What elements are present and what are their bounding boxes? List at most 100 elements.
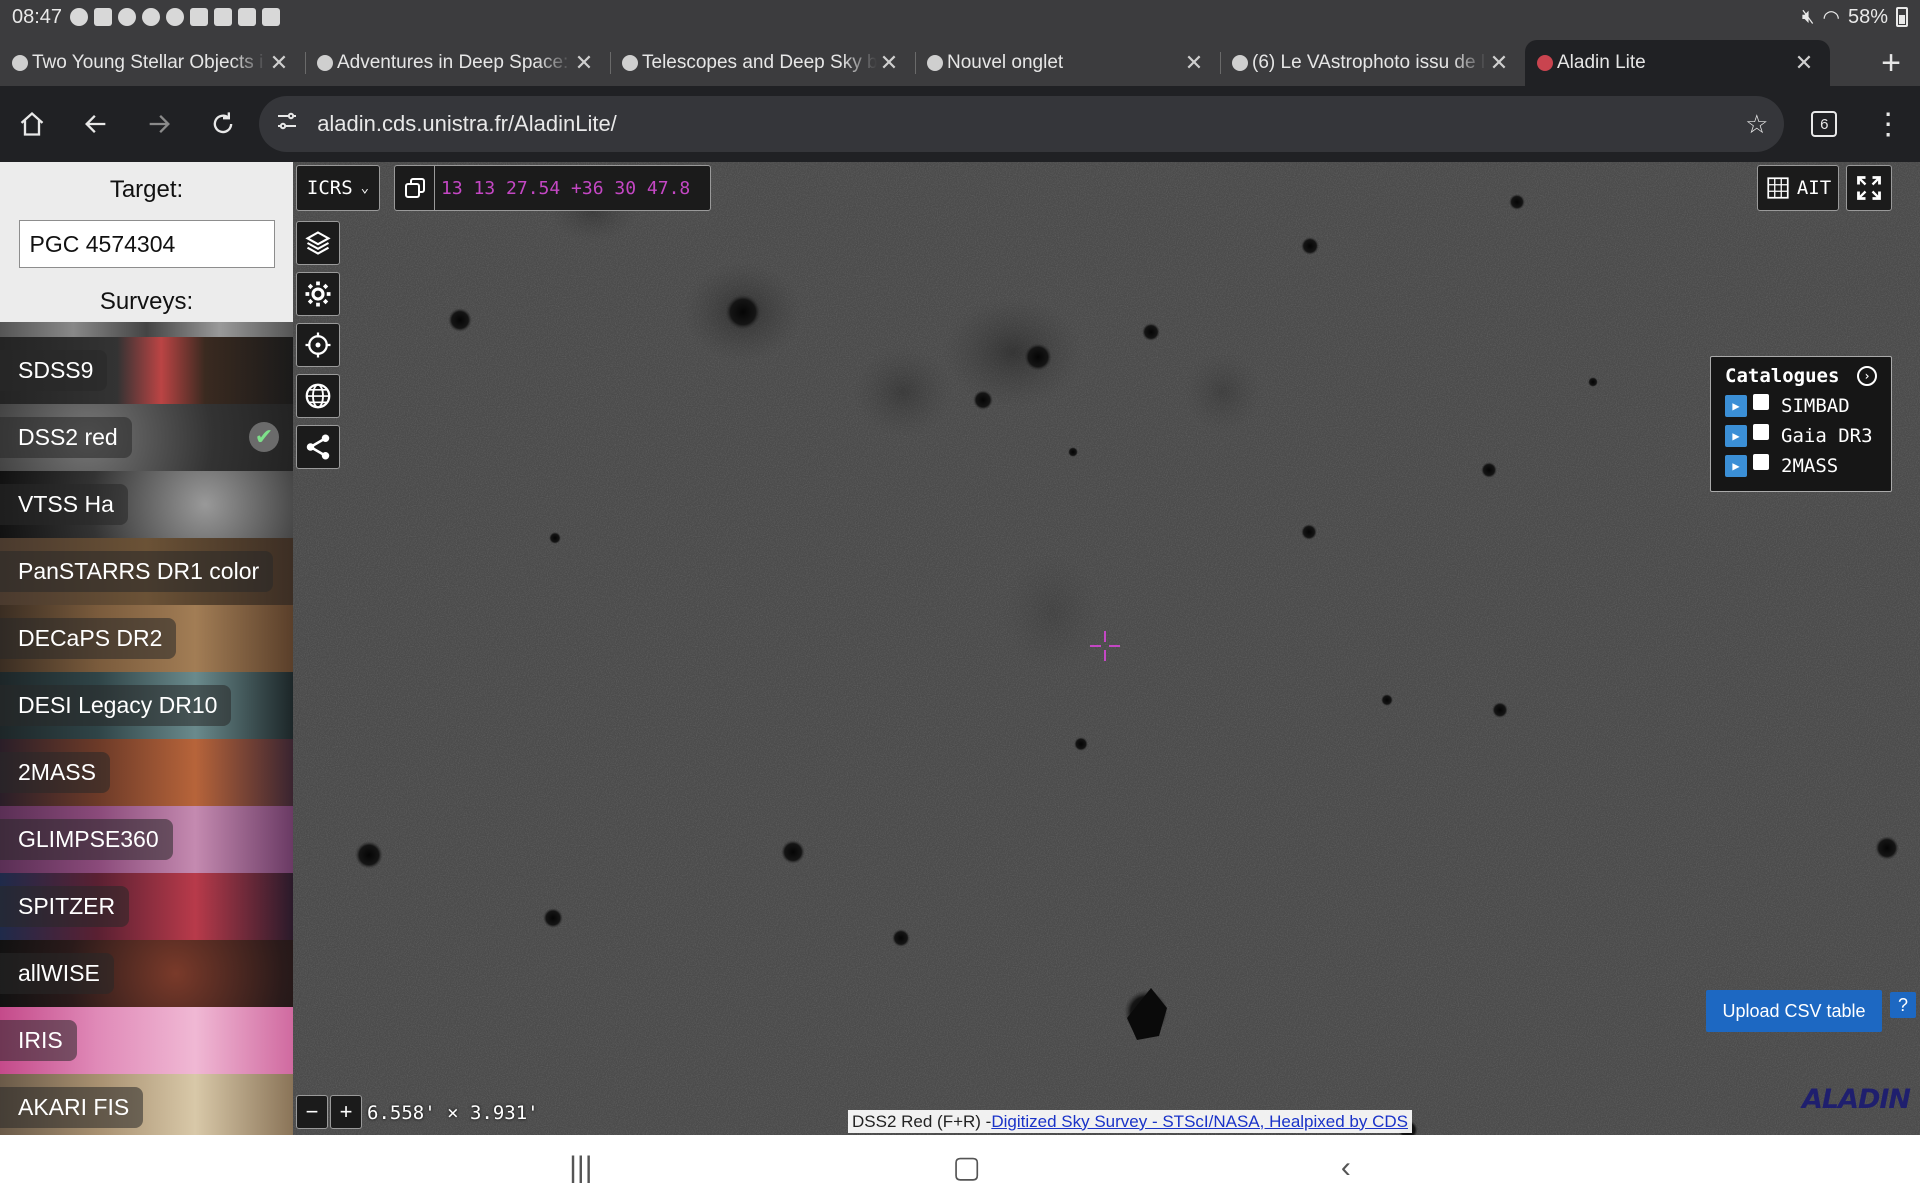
wifi-icon: ◠ [1822,6,1840,29]
sky-image[interactable] [293,162,1920,1135]
chrome-favicon-icon [927,55,943,71]
tab-telescopes-and-deep-sky[interactable]: Telescopes and Deep Sky b ✕ [610,40,915,86]
attribution-text: DSS2 Red (F+R) - [852,1111,992,1131]
site-settings-icon[interactable] [275,109,299,139]
play-icon[interactable]: ▶ [1725,455,1747,477]
screen: 08:47 🔇︎ ◠ 58% Two Young Stellar Objects… [0,0,1920,1200]
back-icon[interactable] [64,92,128,156]
help-button[interactable]: ? [1890,992,1916,1018]
app-icon [190,8,209,26]
zoom-in-button[interactable]: + [330,1095,362,1129]
tab-count: 6 [1811,111,1838,137]
tab-aladin-lite[interactable]: Aladin Lite ✕ [1525,40,1830,86]
close-tab-icon[interactable]: ✕ [877,50,901,76]
projection-value: AIT [1796,177,1832,199]
survey-item-vtss-ha[interactable]: VTSS Ha [0,471,293,538]
url-text[interactable]: aladin.cds.unistra.fr/AladinLite/ [317,111,1745,137]
catalogue-checkbox[interactable] [1753,394,1769,410]
tab-nouvel-onglet[interactable]: Nouvel onglet ✕ [915,40,1220,86]
projection-select[interactable]: AIT [1757,165,1839,211]
chevron-down-icon: ⌄ [360,180,370,196]
play-icon[interactable]: ▶ [1725,425,1747,447]
goto-button[interactable] [296,323,340,367]
frame-value: ICRS [306,177,353,199]
address-bar[interactable]: aladin.cds.unistra.fr/AladinLite/ ☆ [259,96,1785,152]
catalogues-header: Catalogues › [1725,365,1877,387]
survey-item-allwise[interactable]: allWISE [0,940,293,1007]
catalogue-name: Gaia DR3 [1781,425,1873,447]
catalogue-checkbox[interactable] [1753,454,1769,470]
sky-view[interactable]: ICRS ⌄ 13 13 27.54 +36 30 47.8 AIT Catal… [293,162,1920,1135]
back-nav-icon[interactable]: ‹ [1341,1151,1351,1185]
survey-item-glimpse360[interactable]: GLIMPSE360 [0,806,293,873]
fullscreen-button[interactable] [1846,165,1892,211]
gear-icon [305,281,331,307]
zoom-out-button[interactable]: − [296,1095,328,1129]
tab-two-young-stellar-objects[interactable]: Two Young Stellar Objects i ✕ [0,40,305,86]
close-tab-icon[interactable]: ✕ [1182,50,1206,76]
new-tab-button[interactable]: + [1862,40,1920,86]
gallery-icon [238,8,257,26]
play-store-icon [262,8,281,26]
reload-icon[interactable] [191,92,255,156]
survey-item-sdss9[interactable]: SDSS9 [0,337,293,404]
catalogue-checkbox[interactable] [1753,424,1769,440]
recents-icon[interactable]: ||| [569,1151,592,1185]
close-tab-icon[interactable]: ✕ [267,50,291,76]
survey-item-iris[interactable]: IRIS [0,1007,293,1074]
menu-kebab-icon[interactable]: ⋮ [1856,92,1920,156]
home-icon[interactable] [0,92,64,156]
target-section: Target: PGC 4574304 Surveys: [0,162,293,322]
catalogue-row-gaia-dr3: ▶ Gaia DR3 [1725,424,1877,447]
mute-icon: 🔇︎ [1801,5,1815,28]
share-button[interactable] [296,425,340,469]
survey-item-dss2-red[interactable]: DSS2 red ✔ [0,404,293,471]
tab-le-vastrophoto[interactable]: (6) Le VAstrophoto issu de l ✕ [1220,40,1525,86]
close-tab-icon[interactable]: ✕ [572,50,596,76]
close-tab-icon[interactable]: ✕ [1487,50,1511,76]
settings-button[interactable] [296,272,340,316]
target-label: Target: [109,176,184,203]
expand-arrow-icon[interactable]: › [1857,366,1877,386]
survey-panel: Target: PGC 4574304 Surveys: SDSS9 DSS2 … [0,162,293,1135]
home-nav-icon[interactable]: ▢ [953,1150,981,1185]
projection-grid-icon [1767,177,1789,199]
attribution-link[interactable]: Digitized Sky Survey - STScI/NASA, Healp… [991,1112,1408,1132]
survey-item-decaps[interactable]: DECaPS DR2 [0,605,293,672]
aladin-logo[interactable]: ALADIN [1802,1076,1911,1122]
close-tab-icon[interactable]: ✕ [1792,50,1816,76]
projection-globe-button[interactable] [296,374,340,418]
survey-label: VTSS Ha [0,484,128,525]
copy-icon[interactable] [395,166,435,210]
pinterest-icon [118,8,137,26]
survey-label: DECaPS DR2 [0,618,177,659]
coordinates-value[interactable]: 13 13 27.54 +36 30 47.8 [435,178,690,199]
target-input[interactable]: PGC 4574304 [18,220,275,268]
survey-label: AKARI FIS [0,1087,144,1128]
survey-label: PanSTARRS DR1 color [0,551,274,592]
catalogues-panel: Catalogues › ▶ SIMBAD ▶ Gaia DR3 ▶ 2MASS [1710,356,1892,492]
catalogue-row-simbad: ▶ SIMBAD [1725,394,1877,417]
frame-select[interactable]: ICRS ⌄ [296,165,380,211]
bookmark-star-icon[interactable]: ☆ [1745,109,1768,140]
tab-title: (6) Le VAstrophoto issu de l [1252,52,1486,73]
catalogues-title: Catalogues [1725,365,1840,387]
system-icons: 🔇︎ ◠ 58% [1802,5,1908,30]
coordinates-box[interactable]: 13 13 27.54 +36 30 47.8 [394,165,711,211]
survey-item-spitzer[interactable]: SPITZER [0,873,293,940]
battery-percent: 58% [1847,5,1888,28]
aladin-favicon-icon [1537,55,1553,71]
play-icon[interactable]: ▶ [1725,395,1747,417]
tab-strip: Two Young Stellar Objects i ✕ Adventures… [0,34,1920,86]
tab-adventures-in-deep-space[interactable]: Adventures in Deep Space: ✕ [305,40,610,86]
catalogue-name: 2MASS [1781,455,1839,477]
survey-item-panstarrs[interactable]: PanSTARRS DR1 color [0,538,293,605]
survey-item-akari-fis[interactable]: AKARI FIS [0,1074,293,1135]
layers-button[interactable] [296,221,340,265]
survey-item-2mass[interactable]: 2MASS [0,739,293,806]
tab-title: Aladin Lite [1557,52,1646,73]
forward-icon[interactable] [128,92,192,156]
survey-item-desi-legacy[interactable]: DESI Legacy DR10 [0,672,293,739]
tab-switcher-button[interactable]: 6 [1792,92,1856,156]
upload-csv-button[interactable]: Upload CSV table [1706,990,1882,1032]
